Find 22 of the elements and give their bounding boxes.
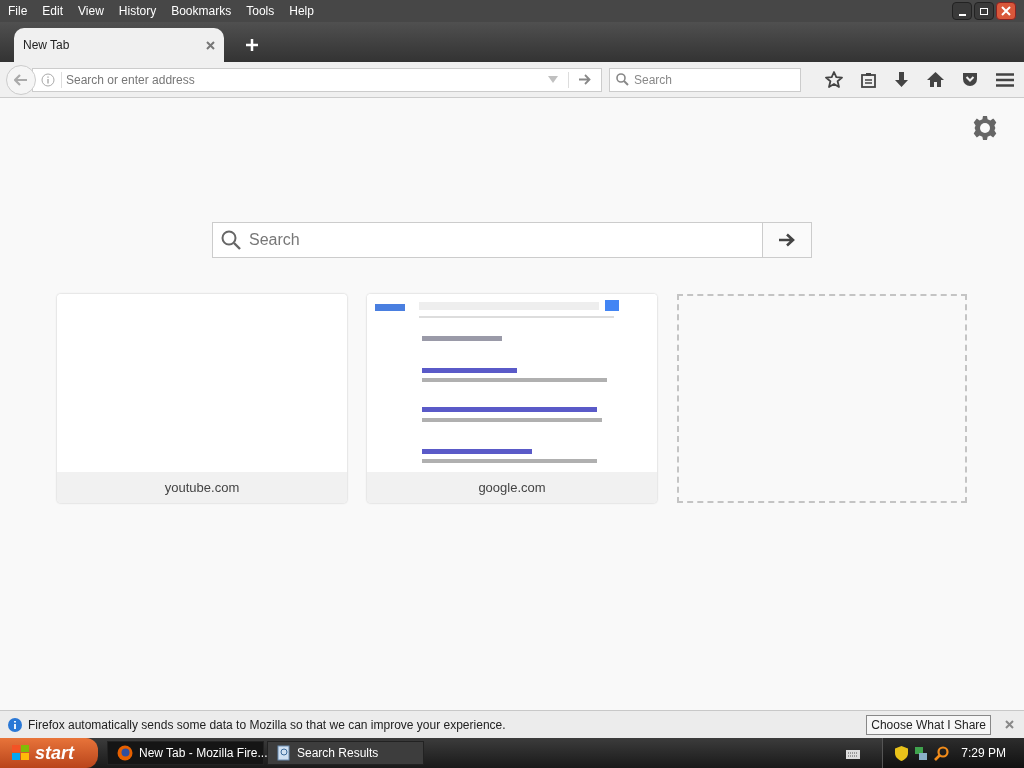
- menu-item[interactable]: View: [78, 2, 104, 20]
- browser-tab[interactable]: New Tab: [14, 28, 224, 62]
- menu-item[interactable]: Help: [289, 2, 314, 20]
- clock: 7:29 PM: [961, 745, 1006, 762]
- menu-item[interactable]: History: [118, 2, 157, 20]
- menu-item[interactable]: Tools: [246, 2, 275, 20]
- taskbar-button[interactable]: Search Results: [267, 741, 424, 765]
- site-tile[interactable]: google.com: [367, 294, 657, 503]
- address-bar[interactable]: Search or enter address: [32, 67, 602, 92]
- site-label: google.com: [478, 478, 546, 497]
- notification-text: Firefox automatically sends some data to Mozilla so that we can improve your experience.: [28, 716, 506, 734]
- menu-item[interactable]: Bookmarks: [171, 2, 232, 20]
- site-label: youtube.com: [164, 478, 240, 497]
- choose-share-button[interactable]: Choose What I Share: [866, 714, 991, 735]
- search-input[interactable]: Search: [249, 228, 754, 252]
- menu-item[interactable]: File: [8, 2, 28, 20]
- search-field[interactable]: Search: [609, 67, 801, 92]
- start-button[interactable]: start: [0, 738, 98, 768]
- search-input[interactable]: Search: [634, 70, 794, 89]
- site-tile[interactable]: youtube.com: [57, 294, 347, 503]
- menu-item[interactable]: Edit: [42, 2, 64, 20]
- address-input[interactable]: Search or enter address: [66, 70, 548, 89]
